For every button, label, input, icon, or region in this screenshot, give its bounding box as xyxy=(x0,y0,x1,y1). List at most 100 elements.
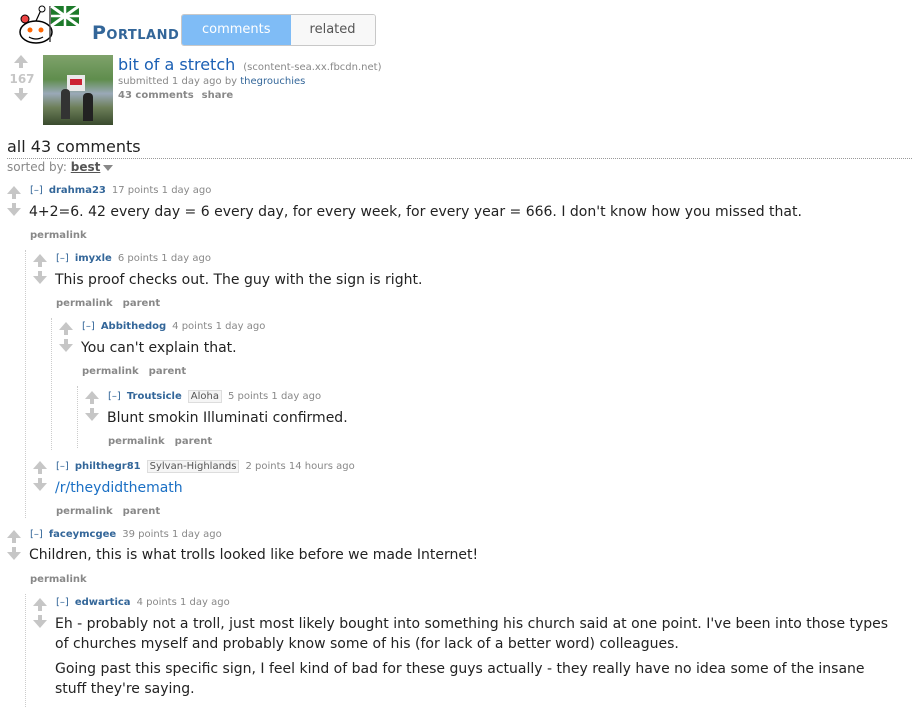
comment-author[interactable]: philthegr81 xyxy=(75,461,141,472)
collapse-toggle[interactable]: [–] xyxy=(56,253,69,264)
downvote-arrow-icon[interactable] xyxy=(14,93,28,101)
comments-link[interactable]: 43 comments xyxy=(118,90,194,101)
upvote-arrow-icon[interactable] xyxy=(7,530,21,538)
comment-voter xyxy=(6,530,24,560)
comment-meta: 4 points 1 day ago xyxy=(172,321,266,332)
comment-tagline: [–] drahma23 17 points 1 day ago xyxy=(30,185,211,196)
subreddit-link[interactable]: /r/theydidthemath xyxy=(55,480,183,496)
header: Portland comments related xyxy=(0,0,912,50)
comment-author[interactable]: edwartica xyxy=(75,597,131,608)
collapse-toggle[interactable]: [–] xyxy=(30,529,43,540)
upvote-arrow-icon[interactable] xyxy=(14,55,28,63)
thumbnail-person xyxy=(61,89,70,119)
permalink-link[interactable]: permalink xyxy=(30,574,87,585)
comment-voter xyxy=(58,322,76,352)
permalink-link[interactable]: permalink xyxy=(82,366,139,377)
comment-author[interactable]: imyxle xyxy=(75,253,112,264)
collapse-toggle[interactable]: [–] xyxy=(108,391,121,402)
post-domain[interactable]: (scontent-sea.xx.fbcdn.net) xyxy=(243,62,381,73)
comment-body: /r/theydidthemath xyxy=(55,478,855,498)
share-link[interactable]: share xyxy=(202,90,234,101)
user-flair: Aloha xyxy=(187,390,222,403)
comment-body: 4+2=6. 42 every day = 6 every day, for e… xyxy=(29,204,802,220)
comment-tagline: [–] edwartica 4 points 1 day ago xyxy=(56,597,230,608)
chevron-down-icon[interactable] xyxy=(103,164,114,171)
downvote-arrow-icon[interactable] xyxy=(7,552,21,560)
collapse-toggle[interactable]: [–] xyxy=(82,321,95,332)
post-tagline: submitted 1 day ago by thegrouchies xyxy=(118,76,305,87)
downvote-arrow-icon[interactable] xyxy=(85,413,99,421)
upvote-stem xyxy=(19,63,23,68)
downvote-arrow-icon[interactable] xyxy=(59,344,73,352)
reddit-alien-logo-icon[interactable] xyxy=(12,2,82,46)
comment-meta: 4 points 1 day ago xyxy=(136,597,230,608)
parent-link[interactable]: parent xyxy=(149,366,187,377)
sort-value[interactable]: best xyxy=(71,160,101,174)
post-thumbnail[interactable] xyxy=(43,55,113,125)
collapse-toggle[interactable]: [–] xyxy=(30,185,43,196)
upvote-arrow-icon[interactable] xyxy=(85,391,99,399)
comment-author[interactable]: Abbithedog xyxy=(101,321,166,332)
upvote-arrow-icon[interactable] xyxy=(33,461,47,469)
comment-body: You can't explain that. xyxy=(81,340,237,356)
comment-body: This proof checks out. The guy with the … xyxy=(55,272,423,288)
parent-link[interactable]: parent xyxy=(123,506,161,517)
collapse-toggle[interactable]: [–] xyxy=(56,597,69,608)
upvote-stem xyxy=(12,194,16,199)
thread-line xyxy=(77,386,78,448)
thumbnail-person xyxy=(83,93,93,121)
upvote-arrow-icon[interactable] xyxy=(59,322,73,330)
upvote-arrow-icon[interactable] xyxy=(7,186,21,194)
comment-links: permalink parent xyxy=(108,436,222,447)
comment-author[interactable]: drahma23 xyxy=(49,185,106,196)
upvote-stem xyxy=(38,262,42,267)
downvote-arrow-icon[interactable] xyxy=(33,276,47,284)
comment-voter xyxy=(32,598,50,628)
comment-links: permalink parent xyxy=(56,506,170,517)
sort-control[interactable]: sorted by: best xyxy=(7,160,114,174)
post-title-line: bit of a stretch (scontent-sea.xx.fbcdn.n… xyxy=(118,55,381,74)
upvote-stem xyxy=(90,399,94,404)
post: 167 bit of a stretch (scontent-sea.xx.fbc… xyxy=(0,52,912,132)
upvote-arrow-icon[interactable] xyxy=(33,254,47,262)
parent-link[interactable]: parent xyxy=(175,436,213,447)
comment-meta: 5 points 1 day ago xyxy=(227,391,322,402)
parent-link[interactable]: parent xyxy=(123,298,161,309)
permalink-link[interactable]: permalink xyxy=(56,298,113,309)
comment-body: Eh - probably not a troll, just most lik… xyxy=(55,616,889,652)
tab-comments[interactable]: comments xyxy=(182,15,291,45)
tab-bar: comments related xyxy=(181,14,376,46)
permalink-link[interactable]: permalink xyxy=(56,506,113,517)
post-voter-down xyxy=(13,82,31,112)
downvote-arrow-icon[interactable] xyxy=(33,620,47,628)
comment-author[interactable]: Troutsicle xyxy=(127,391,182,402)
permalink-link[interactable]: permalink xyxy=(108,436,165,447)
comment-tagline: [–] imyxle 6 points 1 day ago xyxy=(56,253,211,264)
comment-meta: 6 points 1 day ago xyxy=(117,253,211,264)
comment-author[interactable]: faceymcgee xyxy=(49,529,116,540)
submitted-text: submitted 1 day ago by xyxy=(118,76,241,87)
comment-voter xyxy=(6,186,24,216)
collapse-toggle[interactable]: [–] xyxy=(56,461,69,472)
upvote-stem xyxy=(38,606,42,611)
thread-line xyxy=(25,594,26,707)
post-buttons: 43 comments share xyxy=(118,90,241,101)
comment-tagline: [–] Troutsicle Aloha 5 points 1 day ago xyxy=(108,390,321,403)
subreddit-name[interactable]: Portland xyxy=(92,22,179,44)
comment-links: permalink xyxy=(30,574,97,585)
comment-body-paragraph: Going past this specific sign, I feel ki… xyxy=(55,661,865,697)
comments-divider xyxy=(7,158,912,159)
thread-line xyxy=(51,318,52,450)
comment-voter xyxy=(32,461,50,491)
post-title-link[interactable]: bit of a stretch xyxy=(118,55,235,74)
downvote-arrow-icon[interactable] xyxy=(33,483,47,491)
comment-meta: 39 points 1 day ago xyxy=(122,529,222,540)
post-author-link[interactable]: thegrouchies xyxy=(240,76,305,87)
permalink-link[interactable]: permalink xyxy=(30,230,87,241)
upvote-stem xyxy=(64,330,68,335)
comment-body: Blunt smokin Illuminati confirmed. xyxy=(107,410,348,426)
comment-tagline: [–] Abbithedog 4 points 1 day ago xyxy=(82,321,265,332)
upvote-arrow-icon[interactable] xyxy=(33,598,47,606)
tab-related[interactable]: related xyxy=(290,15,375,45)
downvote-arrow-icon[interactable] xyxy=(7,208,21,216)
